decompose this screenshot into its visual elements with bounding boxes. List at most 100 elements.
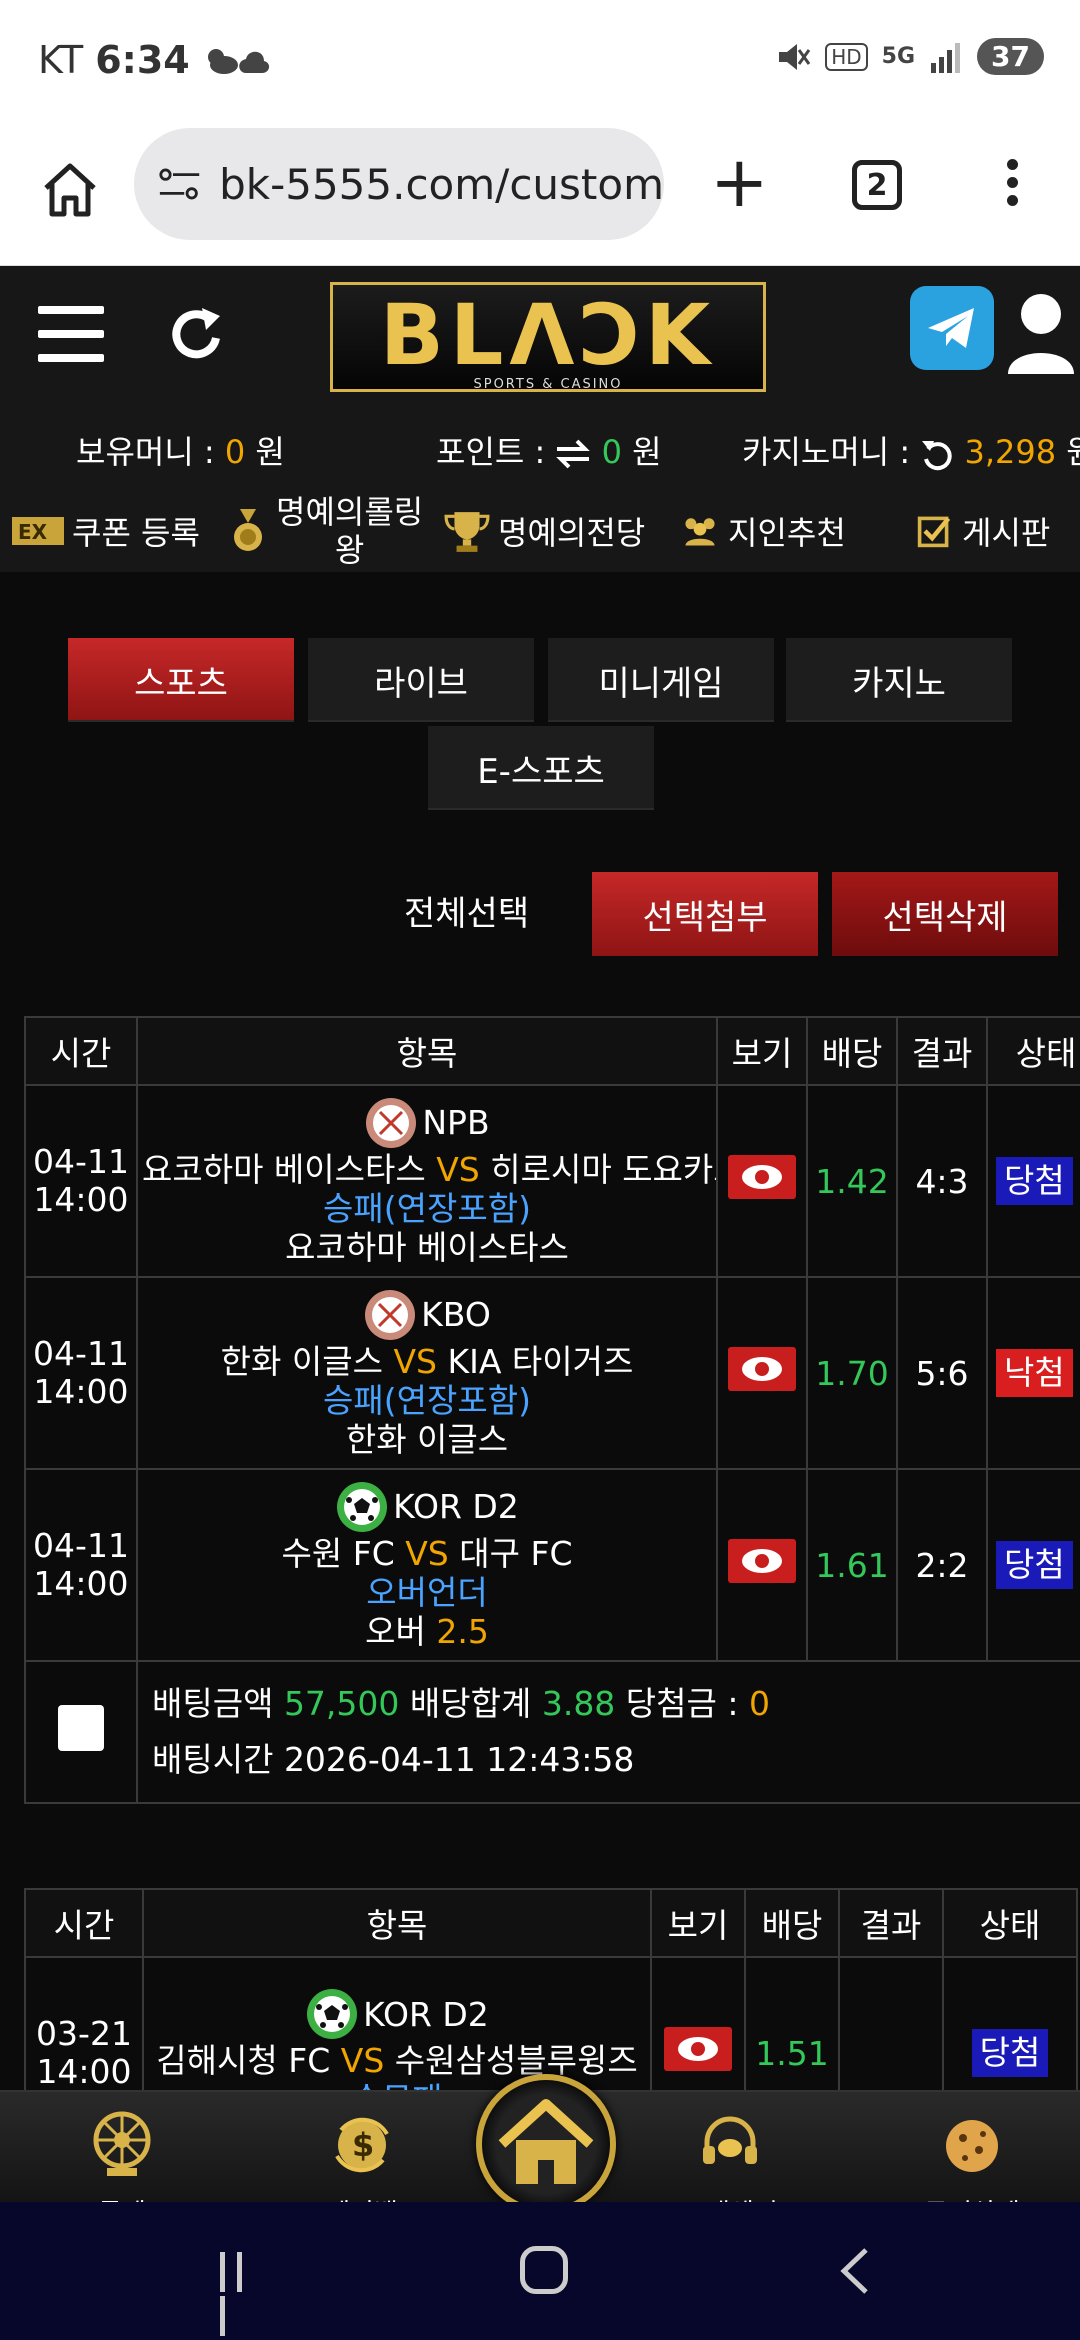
bet-select-checkbox[interactable] [58,1705,104,1751]
soccer-ball-icon [307,1989,358,2039]
points: 포인트 : 0 원 [436,433,662,471]
home-gold-icon [498,2099,594,2184]
status-bar: KT 6:34 HD 5G 37 [0,0,1080,122]
eye-icon [742,1357,782,1381]
status-right: HD 5G 37 [775,38,1044,75]
menu-board[interactable]: 게시판 [914,490,1050,572]
medal-icon [234,509,262,551]
menu-coupon[interactable]: EX 쿠폰 등록 [12,490,200,572]
eye-icon [678,2037,718,2061]
hamburger-menu-icon[interactable] [38,306,104,378]
quick-menu: EX 쿠폰 등록 명예의롤링 왕 명예의전당 지인추천 게시판 [0,490,1080,572]
checkbox-board-icon [917,516,951,548]
header-result: 결과 [838,1888,944,1958]
select-all-button[interactable]: 전체선택 [404,872,529,956]
view-bet-button[interactable] [728,1347,796,1391]
cookie-icon [946,2120,998,2172]
new-tab-icon[interactable]: + [710,147,769,217]
table-row: 04-1114:00 NPB 요코하마 베이스타스 VS 히로시마 도요카프 승… [24,1084,1080,1278]
site-logo[interactable]: BLΛϽK SPORTS & CASINO [330,282,766,392]
nav-roulette[interactable]: 룰렛 [42,2092,202,2202]
nav-support[interactable]: 고객센터 [650,2092,810,2202]
baseball-icon [365,1289,416,1340]
bet-slip-table: 시간 항목 보기 배당 결과 상태 04-11 14:00 NPB 요코하마 베이… [24,1016,1080,1804]
reload-icon[interactable] [920,437,954,471]
refresh-icon[interactable] [166,304,230,368]
support-headset-icon [703,2116,757,2164]
bet-slip-table-2: 시간 항목 보기 배당 결과 상태 03-21 14:00 KOR D2 김해시청… [24,1888,1078,2090]
clock: 6:34 [95,38,190,82]
status-left: KT 6:34 [38,38,272,82]
trophy-icon [444,512,490,552]
system-navigation-bar [0,2202,1080,2340]
header-time: 시간 [24,1016,138,1086]
header-item: 항목 [136,1016,718,1086]
mute-icon [779,43,811,70]
header-odds: 배당 [744,1888,840,1958]
home-button[interactable] [476,2074,616,2214]
casino-money: 카지노머니 : 3,298 원 [742,433,1080,471]
status-badge: 당첨 [996,1157,1073,1205]
telegram-icon[interactable] [910,286,994,370]
holding-money: 보유머니 : 0 원 [76,433,285,471]
eye-icon [742,1549,782,1573]
home-icon[interactable] [40,160,100,220]
header-odds: 배당 [806,1016,898,1086]
nav-payback[interactable]: $ 페이백 [282,2092,442,2202]
menu-hall-of-fame[interactable]: 명예의전당 [444,490,645,572]
signal-icon [931,42,961,73]
people-icon [685,518,715,546]
tab-sports[interactable]: 스포츠 [68,638,294,722]
menu-rolling-king[interactable]: 명예의롤링 왕 [228,490,423,572]
bet-summary-row: 배팅금액 57,500 배당합계 3.88 당첨금 : 0 배팅시간 2026-… [24,1660,1080,1804]
carrier: KT [38,38,84,82]
view-bet-button[interactable] [664,2027,732,2071]
back-icon[interactable] [832,2246,882,2296]
balance-bar: 보유머니 : 0 원 포인트 : 0 원 카지노머니 : 3,298 원 [0,422,1080,490]
payback-coin-icon: $ [335,2117,389,2173]
tab-minigame[interactable]: 미니게임 [548,638,774,722]
header-time: 시간 [24,1888,144,1958]
svg-text:EX: EX [18,520,48,544]
table-row: 03-2114:00 KOR D2 김해시청 FC VS 수원삼성블루윙즈 승무… [24,1956,1078,2090]
view-bet-button[interactable] [728,1539,796,1583]
system-home-icon[interactable] [520,2246,568,2294]
status-badge: 당첨 [971,2029,1049,2077]
address-bar[interactable]: bk-5555.com/custom [134,128,664,240]
soccer-ball-icon [337,1481,388,1532]
menu-referral[interactable]: 지인추천 [680,490,846,572]
tab-live[interactable]: 라이브 [308,638,534,722]
coupon-icon: EX [12,517,64,545]
hd-icon: HD [825,42,868,71]
tab-esports[interactable]: E-스포츠 [428,726,654,810]
roulette-icon [93,2111,151,2176]
recent-apps-icon[interactable] [220,2252,264,2336]
weather-icon [207,49,269,74]
tab-casino[interactable]: 카지노 [786,638,1012,722]
header-item: 항목 [142,1888,652,1958]
bet-slip-2-viewport: 시간 항목 보기 배당 결과 상태 03-21 14:00 KOR D2 김해시청… [24,1888,1080,2090]
exchange-icon[interactable] [555,439,591,469]
site-settings-icon[interactable] [158,164,201,204]
header-status: 상태 [942,1888,1078,1958]
header-result: 결과 [896,1016,988,1086]
table-row: 04-11 14:00 KOR D2 수원 FC VS 대구 FC 오버언더 오버… [24,1468,1080,1662]
battery-level: 37 [977,38,1044,75]
browser-toolbar: bk-5555.com/custom + 2 [0,122,1080,266]
url-text: bk-5555.com/custom [219,159,664,209]
tab-switcher-button[interactable]: 2 [852,160,902,210]
svg-text:$: $ [352,2126,374,2164]
status-badge: 낙첨 [996,1349,1073,1397]
network-type: 5G [881,44,916,69]
delete-selected-button[interactable]: 선택삭제 [832,872,1058,956]
view-bet-button[interactable] [728,1155,796,1199]
user-icon[interactable] [1006,290,1076,374]
attach-selected-button[interactable]: 선택첨부 [592,872,818,956]
status-badge: 당첨 [996,1541,1073,1589]
nav-cookie-clear[interactable]: 쿠키삭제 [892,2092,1052,2202]
eye-icon [742,1165,782,1189]
site-header: BLΛϽK SPORTS & CASINO [0,266,1080,422]
more-menu-icon[interactable] [1000,152,1024,222]
baseball-icon [366,1097,417,1148]
table-row: 04-11 14:00 KBO 한화 이글스 VS KIA 타이거즈 승패(연장포… [24,1276,1080,1470]
